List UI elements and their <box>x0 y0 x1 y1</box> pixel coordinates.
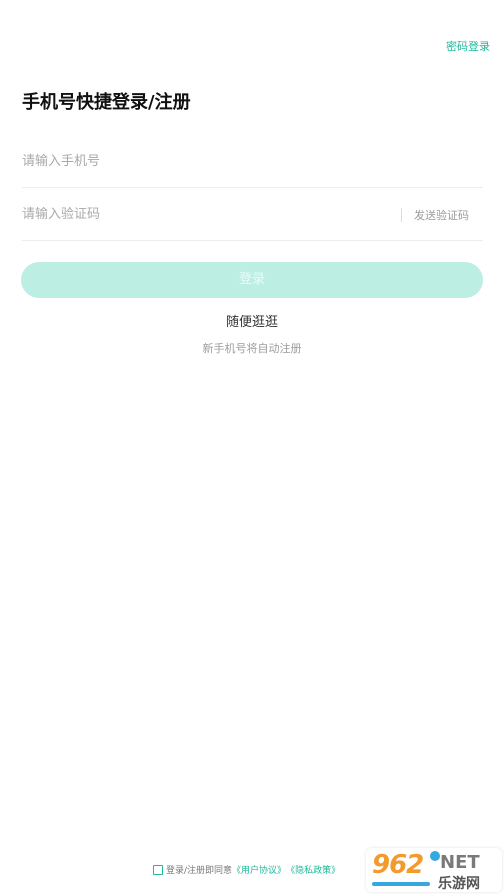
code-field: 发送验证码 <box>22 189 483 241</box>
agreement-text: 登录/注册即同意 <box>166 866 233 876</box>
watermark-dot <box>430 851 440 861</box>
watermark-underline <box>372 882 430 886</box>
user-agreement-link[interactable]: 《用户协议》 <box>232 863 286 876</box>
agreement-checkbox[interactable] <box>153 864 163 875</box>
phone-input[interactable] <box>22 136 483 187</box>
password-login-link[interactable]: 密码登录 <box>446 38 490 54</box>
browse-as-guest-link[interactable]: 随便逛逛 <box>0 311 504 330</box>
phone-field <box>22 136 483 188</box>
login-button[interactable]: 登录 <box>21 262 483 298</box>
privacy-policy-link[interactable]: 《隐私政策》 <box>286 863 340 876</box>
watermark-subtitle: 乐游网 <box>438 876 480 892</box>
send-code-button[interactable]: 发送验证码 <box>414 207 469 223</box>
watermark-number: 962 <box>372 850 424 880</box>
site-watermark-logo: 962 NET 乐游网 <box>366 848 502 892</box>
auto-register-hint: 新手机号将自动注册 <box>202 342 302 355</box>
page-title: 手机号快捷登录/注册 <box>22 92 191 113</box>
agreement-row: 登录/注册即同意 《用户协议》 《隐私政策》 <box>153 863 340 876</box>
field-divider <box>401 207 402 222</box>
verification-code-input[interactable] <box>22 189 401 240</box>
watermark-suffix: NET <box>440 852 480 873</box>
